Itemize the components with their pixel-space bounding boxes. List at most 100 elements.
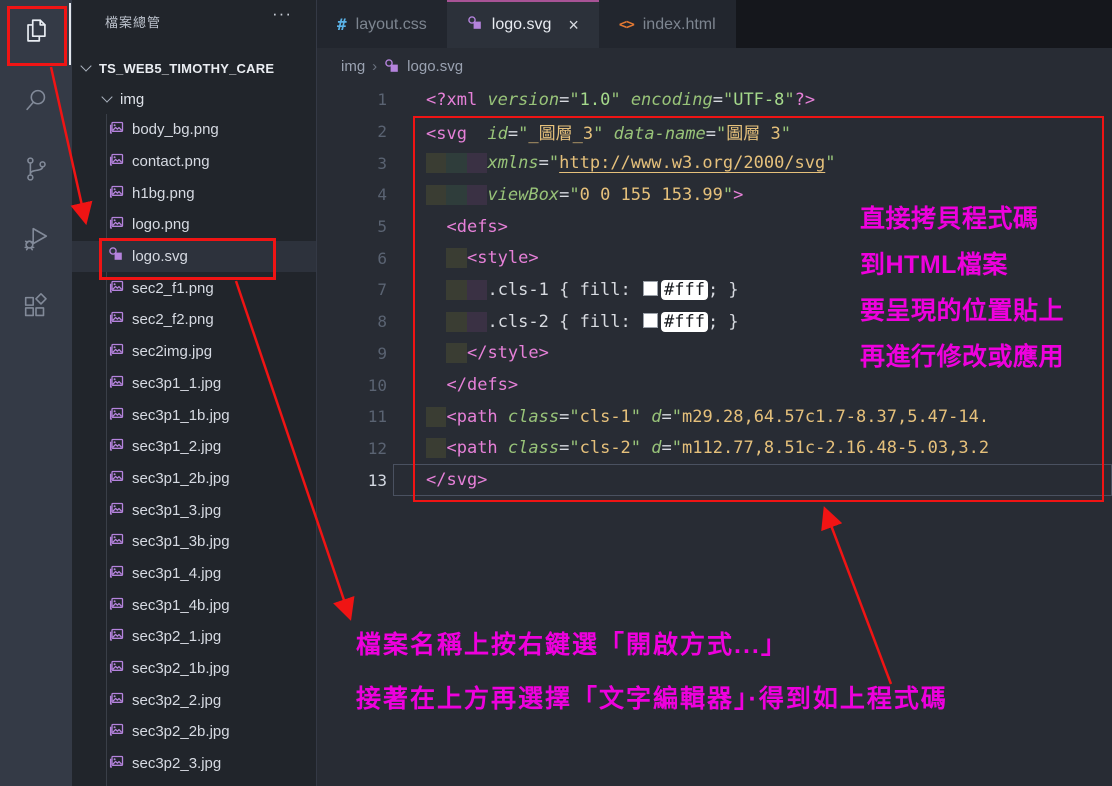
image-file-icon xyxy=(108,500,124,521)
file-tree: body_bg.png contact.png h1bg.png logo.png lo… xyxy=(72,114,316,779)
file-name: sec2_f2.png xyxy=(132,311,214,328)
file-name: contact.png xyxy=(132,153,210,170)
color-swatch-icon xyxy=(643,281,658,296)
tab-index.html[interactable]: <> index.html xyxy=(599,0,736,48)
file-name: sec3p1_2b.jpg xyxy=(132,470,230,487)
activity-item-extensions[interactable] xyxy=(0,280,72,338)
breadcrumb-segment[interactable]: img xyxy=(341,58,365,75)
code-line-9[interactable]: 9 </style> xyxy=(317,338,1112,370)
file-name: sec3p1_1b.jpg xyxy=(132,407,230,424)
git-branch-icon xyxy=(21,154,51,189)
code-line-3[interactable]: 3 xmlns="http://www.w3.org/2000/svg" xyxy=(317,147,1112,179)
code-line-7[interactable]: 7 .cls-1 { fill: #fff; } xyxy=(317,274,1112,306)
vscode-window: 檔案總管 ··· TS_WEB5_TIMOTHY_CARE img body_b… xyxy=(0,0,1112,786)
image-file-icon xyxy=(108,119,124,140)
file-name: sec3p1_4b.jpg xyxy=(132,597,230,614)
file-row-h1bg.png[interactable]: h1bg.png xyxy=(72,177,316,209)
file-row-sec3p1_1b.jpg[interactable]: sec3p1_1b.jpg xyxy=(72,399,316,431)
folder-label: img xyxy=(120,91,144,108)
close-icon[interactable]: × xyxy=(568,15,579,36)
code-editor[interactable]: 1<?xml version="1.0" encoding="UTF-8"?>2… xyxy=(317,84,1112,786)
line-number: 1 xyxy=(317,90,387,109)
file-row-sec3p2_3.jpg[interactable]: sec3p2_3.jpg xyxy=(72,748,316,780)
code-text: <path class="cls-2" d="m112.77,8.51c-2.1… xyxy=(426,438,989,458)
sidebar-title: 檔案總管 xyxy=(105,12,161,31)
editor-group: #layout.csslogo.svg×<>index.html img›log… xyxy=(316,0,1112,786)
file-row-sec3p1_4b.jpg[interactable]: sec3p1_4b.jpg xyxy=(72,589,316,621)
tab-layout.css[interactable]: #layout.css xyxy=(317,0,447,48)
file-row-sec3p1_2b.jpg[interactable]: sec3p1_2b.jpg xyxy=(72,463,316,495)
file-row-sec3p1_3b.jpg[interactable]: sec3p1_3b.jpg xyxy=(72,526,316,558)
image-file-icon xyxy=(108,373,124,394)
image-file-icon xyxy=(108,309,124,330)
file-row-sec2img.jpg[interactable]: sec2img.jpg xyxy=(72,336,316,368)
file-row-logo.png[interactable]: logo.png xyxy=(72,209,316,241)
more-actions-icon[interactable]: ··· xyxy=(272,4,292,24)
tab-logo.svg[interactable]: logo.svg× xyxy=(447,0,599,48)
breadcrumb-segment[interactable]: logo.svg xyxy=(407,58,463,75)
code-text: </defs> xyxy=(426,375,518,395)
explorer-sidebar: 檔案總管 ··· TS_WEB5_TIMOTHY_CARE img body_b… xyxy=(72,0,316,786)
code-text: .cls-2 { fill: #fff; } xyxy=(426,312,739,332)
file-row-sec3p1_3.jpg[interactable]: sec3p1_3.jpg xyxy=(72,494,316,526)
tab-label: index.html xyxy=(643,16,716,34)
file-name: sec3p1_3b.jpg xyxy=(132,533,230,550)
code-line-1[interactable]: 1<?xml version="1.0" encoding="UTF-8"?> xyxy=(317,84,1112,116)
line-number: 6 xyxy=(317,249,387,268)
file-row-sec2_f1.png[interactable]: sec2_f1.png xyxy=(72,272,316,304)
activity-item-search[interactable] xyxy=(0,73,72,131)
sidebar-item-img-folder[interactable]: img xyxy=(72,84,316,114)
file-row-contact.png[interactable]: contact.png xyxy=(72,146,316,178)
activity-item-explorer[interactable] xyxy=(0,4,72,62)
code-line-10[interactable]: 10 </defs> xyxy=(317,369,1112,401)
file-row-sec3p2_2b.jpg[interactable]: sec3p2_2b.jpg xyxy=(72,716,316,748)
code-text: <path class="cls-1" d="m29.28,64.57c1.7-… xyxy=(426,407,989,427)
code-text: xmlns="http://www.w3.org/2000/svg" xyxy=(426,153,836,173)
line-number: 2 xyxy=(317,122,387,141)
extensions-icon xyxy=(21,292,51,327)
line-number: 11 xyxy=(317,407,387,426)
files-icon xyxy=(21,16,51,51)
code-line-11[interactable]: 11 <path class="cls-1" d="m29.28,64.57c1… xyxy=(317,401,1112,433)
file-row-logo.svg[interactable]: logo.svg xyxy=(72,241,316,273)
activity-item-run-debug[interactable] xyxy=(0,211,72,269)
line-number: 13 xyxy=(317,471,387,490)
code-text: <style> xyxy=(426,248,539,268)
file-name: sec3p2_2b.jpg xyxy=(132,723,230,740)
file-row-sec3p2_2.jpg[interactable]: sec3p2_2.jpg xyxy=(72,684,316,716)
line-number: 3 xyxy=(317,154,387,173)
file-name: sec3p1_4.jpg xyxy=(132,565,221,582)
svg-file-icon xyxy=(467,15,483,36)
image-file-icon xyxy=(108,721,124,742)
code-text: </style> xyxy=(426,343,549,363)
code-line-6[interactable]: 6 <style> xyxy=(317,242,1112,274)
file-row-sec3p1_4.jpg[interactable]: sec3p1_4.jpg xyxy=(72,558,316,590)
file-row-body_bg.png[interactable]: body_bg.png xyxy=(72,114,316,146)
svg-file-icon xyxy=(108,246,124,267)
code-line-5[interactable]: 5 <defs> xyxy=(317,211,1112,243)
file-row-sec3p2_1b.jpg[interactable]: sec3p2_1b.jpg xyxy=(72,653,316,685)
image-file-icon xyxy=(108,626,124,647)
code-text: .cls-1 { fill: #fff; } xyxy=(426,280,739,300)
tab-bar: #layout.csslogo.svg× <> index.html xyxy=(317,0,1112,48)
file-name: h1bg.png xyxy=(132,185,195,202)
sidebar-item-root-folder[interactable]: TS_WEB5_TIMOTHY_CARE xyxy=(72,54,316,82)
line-number: 5 xyxy=(317,217,387,236)
file-name: sec2_f1.png xyxy=(132,280,214,297)
chevron-down-icon xyxy=(101,91,112,102)
file-row-sec3p1_2.jpg[interactable]: sec3p1_2.jpg xyxy=(72,431,316,463)
code-line-8[interactable]: 8 .cls-2 { fill: #fff; } xyxy=(317,306,1112,338)
code-line-13[interactable]: 13</svg> xyxy=(317,464,1112,496)
code-line-2[interactable]: 2<svg id="_圖層_3" data-name="圖層 3" xyxy=(317,116,1112,148)
line-number: 4 xyxy=(317,185,387,204)
file-name: logo.svg xyxy=(132,248,188,265)
file-row-sec3p1_1.jpg[interactable]: sec3p1_1.jpg xyxy=(72,368,316,400)
code-line-12[interactable]: 12 <path class="cls-2" d="m112.77,8.51c-… xyxy=(317,433,1112,465)
file-row-sec3p2_1.jpg[interactable]: sec3p2_1.jpg xyxy=(72,621,316,653)
code-line-4[interactable]: 4 viewBox="0 0 155 153.99"> xyxy=(317,179,1112,211)
html-code-icon: <> xyxy=(619,16,634,34)
activity-item-source-control[interactable] xyxy=(0,142,72,200)
activity-bar xyxy=(0,0,72,786)
file-row-sec2_f2.png[interactable]: sec2_f2.png xyxy=(72,304,316,336)
file-name: sec3p1_1.jpg xyxy=(132,375,221,392)
